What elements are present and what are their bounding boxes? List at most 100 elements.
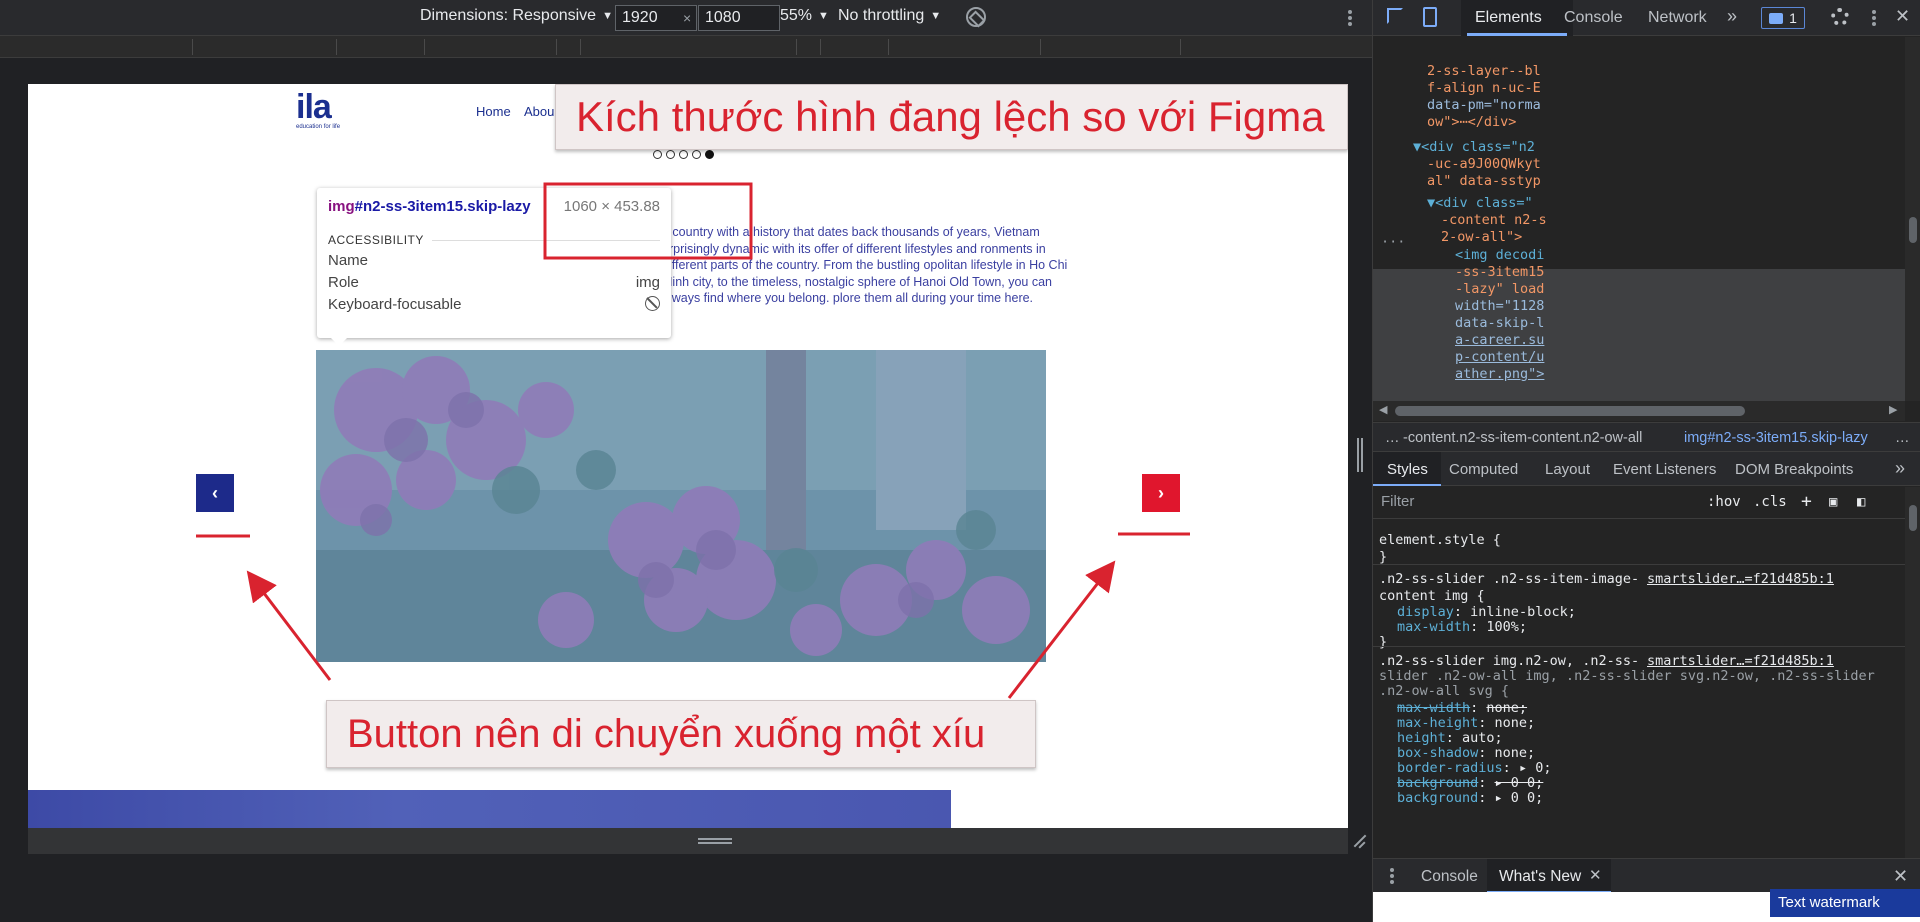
- not-allowed-icon: [645, 296, 660, 311]
- dom-line[interactable]: 2-ow-all">: [1441, 229, 1522, 246]
- media-query-ruler[interactable]: [0, 36, 1372, 58]
- drawer-tab-whats-new[interactable]: What's New: [1499, 868, 1581, 886]
- breadcrumb-item[interactable]: -content.n2-ss-item-content.n2-ow-all: [1403, 430, 1642, 446]
- slider-prev-button[interactable]: ‹: [196, 474, 234, 512]
- more-tabs-icon[interactable]: »: [1727, 6, 1737, 27]
- annotation-button-position: Button nên di chuyển xuống một xíu: [326, 700, 1036, 768]
- slider-dots: [653, 150, 714, 159]
- inspect-element-icon[interactable]: [1387, 8, 1403, 24]
- tab-dom-breakpoints[interactable]: DOM Breakpoints: [1735, 461, 1853, 478]
- zoom-dropdown[interactable]: 55% ▼: [780, 7, 829, 25]
- close-drawer-icon[interactable]: ✕: [1893, 866, 1908, 887]
- dom-line[interactable]: <img decodi: [1455, 247, 1544, 264]
- dom-line[interactable]: ow">⋯</div>: [1427, 114, 1516, 131]
- drawer-tab-console[interactable]: Console: [1421, 868, 1478, 886]
- tooltip-row-name: Name: [328, 252, 369, 269]
- slider-next-button[interactable]: ›: [1142, 474, 1180, 512]
- tooltip-tag: img: [328, 198, 355, 215]
- tab-network[interactable]: Network: [1648, 9, 1707, 27]
- zoom-label: 55%: [780, 7, 813, 24]
- dom-line[interactable]: -uc-a9J00QWkyt: [1427, 156, 1541, 173]
- text-watermark: Text watermark: [1770, 889, 1920, 917]
- rule-divider: [1373, 564, 1905, 565]
- resize-handle-bottom[interactable]: [28, 828, 1348, 854]
- tab-styles[interactable]: Styles: [1387, 461, 1428, 478]
- tooltip-section-heading: ACCESSIBILITY: [328, 233, 660, 247]
- gear-icon[interactable]: [1831, 8, 1849, 26]
- rule-selector[interactable]: .n2-ss-slider .n2-ss-item-image-: [1379, 571, 1639, 588]
- selected-dom-node[interactable]: [1373, 269, 1905, 401]
- dom-line[interactable]: data-skip-l: [1455, 315, 1544, 332]
- inspect-highlight-overlay: [316, 350, 1046, 662]
- tab-elements[interactable]: Elements: [1475, 9, 1542, 27]
- nav-about-link[interactable]: Abou: [524, 104, 554, 119]
- class-toggle[interactable]: .cls: [1753, 494, 1787, 510]
- dom-line[interactable]: p-content/u: [1455, 349, 1544, 366]
- tab-computed[interactable]: Computed: [1449, 461, 1518, 478]
- slider-dot-active[interactable]: [705, 150, 714, 159]
- paint-brush-icon[interactable]: ▣: [1829, 494, 1837, 510]
- drawer-menu-icon[interactable]: [1381, 864, 1403, 888]
- rule-selector[interactable]: .n2-ow-all svg {: [1379, 683, 1509, 700]
- dom-line[interactable]: ▼<div class=": [1427, 195, 1533, 212]
- dom-horizontal-scrollbar[interactable]: ◀ ▶: [1373, 401, 1905, 421]
- messages-badge[interactable]: 1: [1761, 7, 1805, 29]
- dom-line[interactable]: al" data-sstyp: [1427, 173, 1541, 190]
- rule-source-link[interactable]: smartslider…=f21d485b:1: [1647, 571, 1834, 588]
- breadcrumb-ellipsis[interactable]: …: [1895, 430, 1910, 446]
- site-logo[interactable]: ila education for life: [296, 90, 340, 130]
- viewport-footer: [0, 892, 1372, 922]
- rule-selector[interactable]: content img {: [1379, 588, 1485, 605]
- new-rule-icon[interactable]: +: [1801, 491, 1812, 512]
- slider-dot[interactable]: [679, 150, 688, 159]
- slider-dot[interactable]: [692, 150, 701, 159]
- styles-filter-input[interactable]: Filter: [1381, 493, 1681, 513]
- height-input[interactable]: [698, 5, 780, 31]
- dom-line[interactable]: -ss-3item15: [1455, 264, 1544, 281]
- dom-line[interactable]: a-career.su: [1455, 332, 1544, 349]
- dom-scrollbar[interactable]: [1905, 37, 1920, 401]
- tab-console[interactable]: Console: [1564, 9, 1623, 27]
- devtools-menu-icon[interactable]: [1863, 6, 1885, 30]
- devtools-panel: Elements Console Network » 1 ✕ ··· 2-ss-…: [1372, 0, 1920, 922]
- rotate-icon[interactable]: [966, 7, 986, 27]
- more-options-icon[interactable]: [1339, 6, 1361, 30]
- device-toggle-icon[interactable]: [1423, 7, 1437, 27]
- dimensions-dropdown[interactable]: Dimensions: Responsive ▼: [420, 7, 613, 25]
- more-tabs-icon[interactable]: »: [1895, 458, 1905, 479]
- hover-state-toggle[interactable]: :hov: [1707, 494, 1741, 510]
- times-icon: ×: [683, 10, 692, 26]
- breadcrumb-current[interactable]: img#n2-ss-3item15.skip-lazy: [1684, 430, 1868, 446]
- slider-dot[interactable]: [666, 150, 675, 159]
- dom-line[interactable]: ▼<div class="n2: [1413, 139, 1535, 156]
- scroll-right-icon[interactable]: ▶: [1889, 403, 1897, 416]
- nav-home-link[interactable]: Home: [476, 104, 511, 119]
- resize-handle-right[interactable]: [1357, 438, 1363, 472]
- breadcrumb-ellipsis[interactable]: …: [1385, 430, 1400, 446]
- element-style-rule[interactable]: element.style {: [1379, 532, 1501, 549]
- dom-line[interactable]: data-pm="norma: [1427, 97, 1541, 114]
- resize-corner-icon[interactable]: [1348, 828, 1372, 854]
- rule-close[interactable]: }: [1379, 634, 1387, 651]
- close-icon[interactable]: ✕: [1589, 866, 1602, 884]
- style-property[interactable]: background: ▸ 0 0;: [1397, 790, 1543, 807]
- tab-layout[interactable]: Layout: [1545, 461, 1590, 478]
- dom-line[interactable]: width="1128: [1455, 298, 1544, 315]
- caret-down-icon: ▼: [818, 10, 829, 22]
- dom-line[interactable]: ather.png">: [1455, 366, 1544, 383]
- tooltip-selector: #n2-ss-3item15.skip-lazy: [354, 198, 531, 215]
- sidebar-toggle-icon[interactable]: ◧: [1857, 494, 1865, 510]
- styles-scrollbar[interactable]: [1905, 487, 1920, 858]
- throttling-dropdown[interactable]: No throttling ▼: [838, 7, 941, 25]
- slider-dot[interactable]: [653, 150, 662, 159]
- inspect-tooltip: img#n2-ss-3item15.skip-lazy 1060 × 453.8…: [317, 188, 671, 346]
- scroll-left-icon[interactable]: ◀: [1379, 403, 1387, 416]
- close-icon[interactable]: ✕: [1895, 6, 1910, 27]
- style-property[interactable]: max-width: 100%;: [1397, 619, 1527, 636]
- dom-line[interactable]: f-align n-uc-E: [1427, 80, 1541, 97]
- ellipsis-icon[interactable]: ···: [1381, 234, 1405, 251]
- dom-line[interactable]: 2-ss-layer--bl: [1427, 63, 1541, 80]
- dom-line[interactable]: -content n2-s: [1441, 212, 1547, 229]
- tab-event-listeners[interactable]: Event Listeners: [1613, 461, 1716, 478]
- dom-line[interactable]: -lazy" load: [1455, 281, 1544, 298]
